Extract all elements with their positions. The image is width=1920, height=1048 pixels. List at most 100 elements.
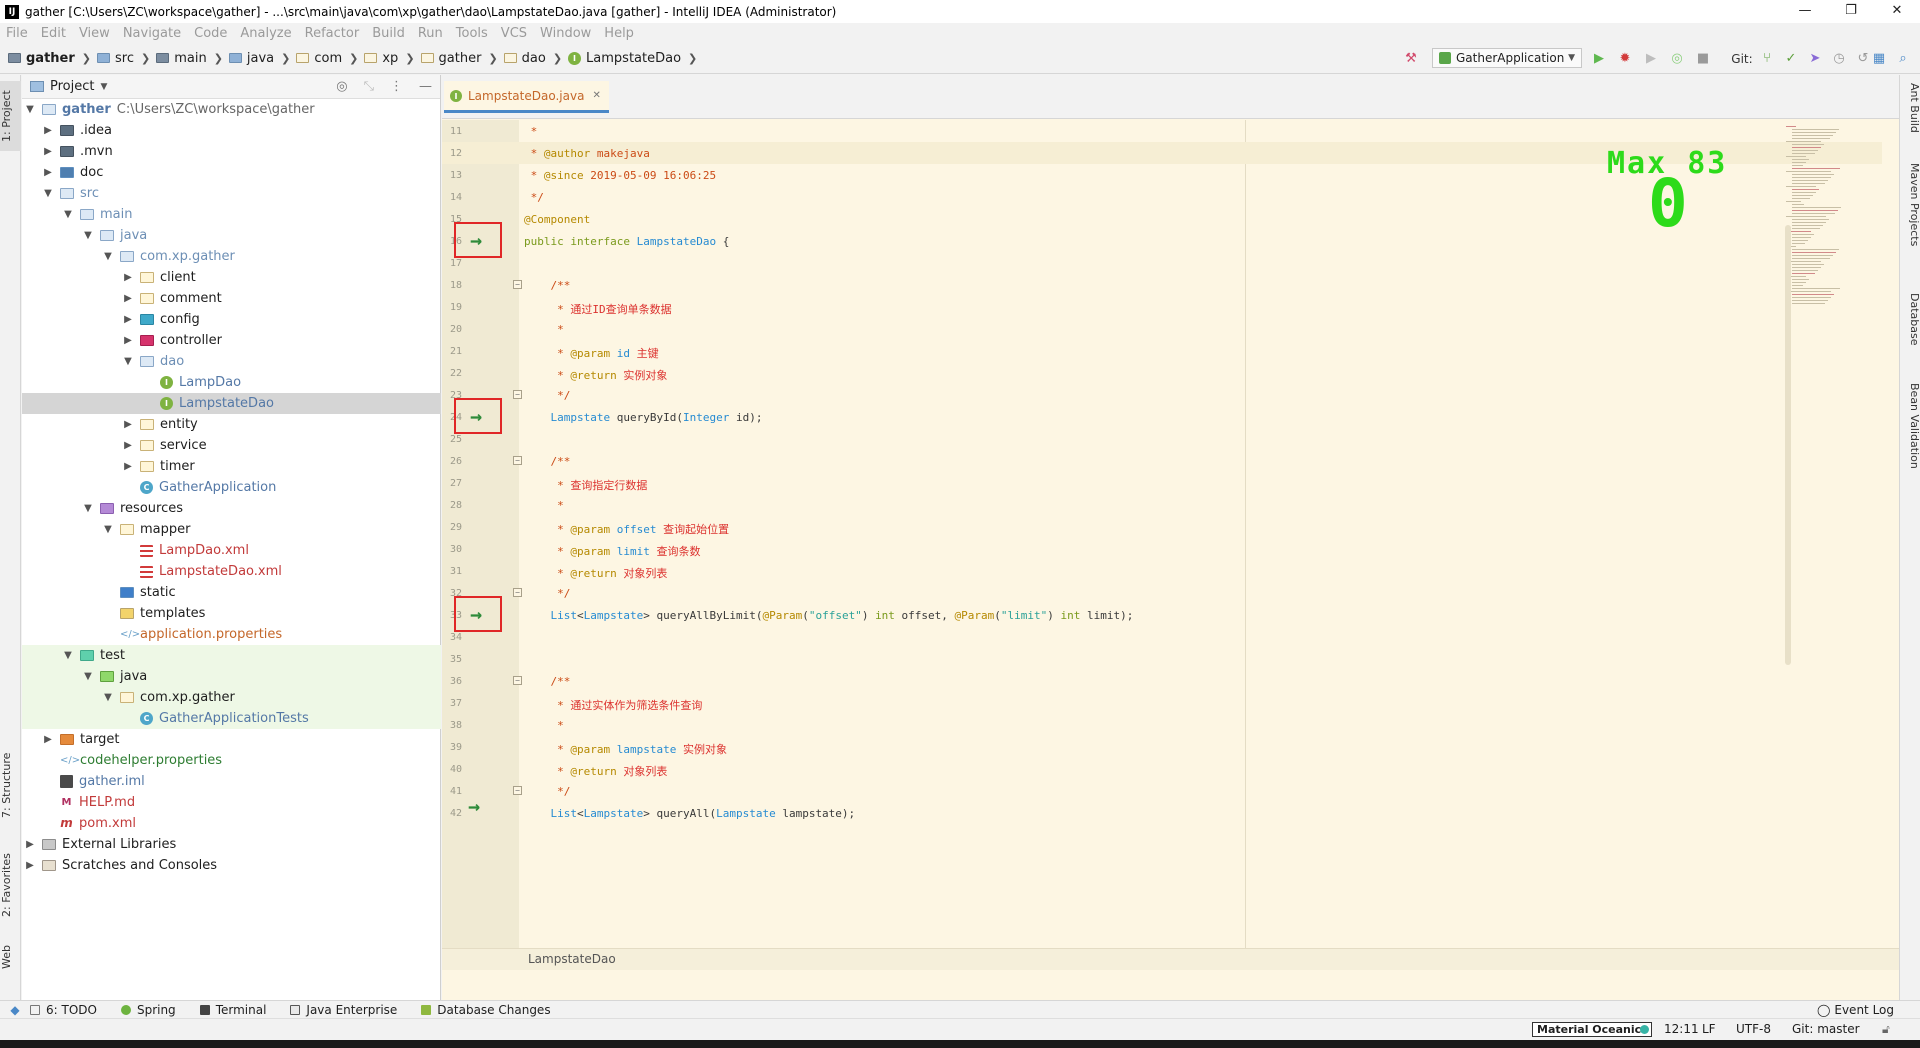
tree-item-gatherapplicationtests[interactable]: C GatherApplicationTests [22,708,441,729]
tree-item-resources[interactable]: ▼ resources [22,498,441,519]
code-line[interactable]: 20 * [442,318,1882,340]
breadcrumb-gather-pkg[interactable]: gather ❯ [420,51,498,66]
menu-refactor[interactable]: Refactor [305,26,360,41]
stop-icon[interactable]: ■ [1696,52,1710,66]
tab-maven-projects[interactable]: Maven Projects [1902,163,1920,263]
editor-tab-lampstatedao[interactable]: I LampstateDao.java ✕ [444,81,609,113]
tree-item-test-java[interactable]: ▼ java [22,666,441,687]
menu-help[interactable]: Help [604,26,634,41]
lock-icon[interactable]: 🔓︎ [1882,1022,1890,1037]
breadcrumb-main[interactable]: main ❯ [156,51,223,66]
code-line[interactable]: 23− */ [442,384,1882,406]
hide-icon[interactable]: — [419,79,432,94]
tree-item-client[interactable]: ▶ client [22,267,441,288]
implementation-marker[interactable]: → [454,790,502,826]
code-line[interactable]: 34 [442,626,1882,648]
file-encoding[interactable]: UTF-8 [1736,1022,1771,1036]
editor-scrollbar[interactable] [1785,225,1791,665]
tab-project[interactable]: 1: Project [0,81,21,151]
locate-icon[interactable]: ◎ [336,79,347,94]
breadcrumb-xp[interactable]: xp ❯ [364,51,415,66]
fold-marker-icon[interactable]: − [513,390,522,399]
menu-tools[interactable]: Tools [456,26,488,41]
collapse-all-icon[interactable]: ⤡ [364,79,374,94]
implementation-marker[interactable]: → [454,596,502,632]
code-line[interactable]: 27 * 查询指定行数据 [442,472,1882,494]
code-line[interactable]: 35 [442,648,1882,670]
tab-ant-build[interactable]: Ant Build [1902,83,1920,153]
menu-vcs[interactable]: VCS [501,26,527,41]
breadcrumb-lampstatedao[interactable]: I LampstateDao ❯ [568,51,697,66]
code-line[interactable]: 39 * @param lampstate 实例对象 [442,736,1882,758]
menu-run[interactable]: Run [418,26,443,41]
tree-item-lampstatedao[interactable]: I LampstateDao [22,393,441,414]
code-line[interactable]: 21 * @param id 主键 [442,340,1882,362]
code-line[interactable]: 36 − /** [442,670,1882,692]
tree-item-lampdao[interactable]: I LampDao [22,372,441,393]
code-line[interactable]: 22 * @return 实例对象 [442,362,1882,384]
tree-item-gather[interactable]: ▼ gather C:\Users\ZC\workspace\gather [22,99,441,120]
code-line[interactable]: 37 * 通过实体作为筛选条件查询 [442,692,1882,714]
breadcrumb-src[interactable]: src ❯ [97,51,150,66]
chevron-down-icon[interactable]: ▼ [100,82,107,92]
git-update-icon[interactable]: ⑂ [1760,52,1774,66]
breadcrumb-com[interactable]: com ❯ [296,51,358,66]
run-coverage-icon[interactable]: ▶ [1644,52,1658,66]
menu-edit[interactable]: Edit [41,26,66,41]
tree-item-lampdao-xml[interactable]: LampDao.xml [22,540,441,561]
code-line[interactable]: 38 * [442,714,1882,736]
tab-favorites[interactable]: 2: Favorites [0,845,21,925]
minimize-button[interactable]: — [1782,0,1828,23]
code-line[interactable]: 17 [442,252,1882,274]
tree-item-comment[interactable]: ▶ comment [22,288,441,309]
code-line[interactable]: 32− */ [442,582,1882,604]
implementation-marker[interactable]: → [454,398,502,434]
tree-item-help-md[interactable]: M HELP.md [22,792,441,813]
theme-indicator[interactable]: Material Oceanic [1532,1022,1652,1037]
fold-marker-icon[interactable]: − [513,588,522,597]
menu-file[interactable]: File [6,26,28,41]
tree-item-dao[interactable]: ▼ dao [22,351,441,372]
code-line[interactable]: 30 * @param limit 查询条数 [442,538,1882,560]
code-line[interactable]: 26 − /** [442,450,1882,472]
tree-item-idea[interactable]: ▶ .idea [22,120,441,141]
tree-item-mvn[interactable]: ▶ .mvn [22,141,441,162]
tab-spring[interactable]: Spring [120,1003,176,1017]
tab-todo[interactable]: 6: TODO [30,1003,97,1017]
tree-item-templates[interactable]: templates [22,603,441,624]
breadcrumb-dao[interactable]: dao ❯ [503,51,562,66]
tab-structure[interactable]: 7: Structure [0,745,21,825]
run-configuration-select[interactable]: GatherApplication ▼ [1432,48,1582,68]
debug-icon[interactable]: ✹ [1618,52,1632,66]
project-panel-title[interactable]: Project [50,79,94,94]
menu-view[interactable]: View [79,26,110,41]
code-line[interactable]: 41− */ [442,780,1882,802]
project-structure-icon[interactable]: ▦ [1872,52,1886,66]
revert-icon[interactable]: ↺ [1856,52,1870,66]
git-commit-icon[interactable]: ✓ [1784,52,1798,66]
tree-item-service[interactable]: ▶ service [22,435,441,456]
code-line[interactable]: 25 [442,428,1882,450]
tree-item-java[interactable]: ▼ java [22,225,441,246]
tree-item-entity[interactable]: ▶ entity [22,414,441,435]
breadcrumb-gather[interactable]: gather ❯ [8,51,91,66]
tab-terminal[interactable]: Terminal [199,1003,266,1017]
tab-database-changes[interactable]: Database Changes [421,1003,551,1017]
tree-item-controller[interactable]: ▶ controller [22,330,441,351]
menu-navigate[interactable]: Navigate [123,26,181,41]
implementation-marker[interactable]: → [454,222,502,258]
tree-item-codehelper-properties[interactable]: </> codehelper.properties [22,750,441,771]
tab-event-log[interactable]: ◯ Event Log [1817,1003,1894,1017]
code-line[interactable]: 40 * @return 对象列表 [442,758,1882,780]
fold-marker-icon[interactable]: − [513,786,522,795]
tree-item-mapper[interactable]: ▼ mapper [22,519,441,540]
history-icon[interactable]: ◷ [1832,52,1846,66]
tree-item-timer[interactable]: ▶ timer [22,456,441,477]
menu-build[interactable]: Build [372,26,405,41]
tree-item-target[interactable]: ▶ target [22,729,441,750]
tree-item-gather-iml[interactable]: gather.iml [22,771,441,792]
code-line[interactable]: 19 * 通过ID查询单条数据 [442,296,1882,318]
menu-code[interactable]: Code [194,26,227,41]
search-icon[interactable]: ⌕ [1896,52,1910,66]
tree-item-scratches[interactable]: ▶ Scratches and Consoles [22,855,441,876]
